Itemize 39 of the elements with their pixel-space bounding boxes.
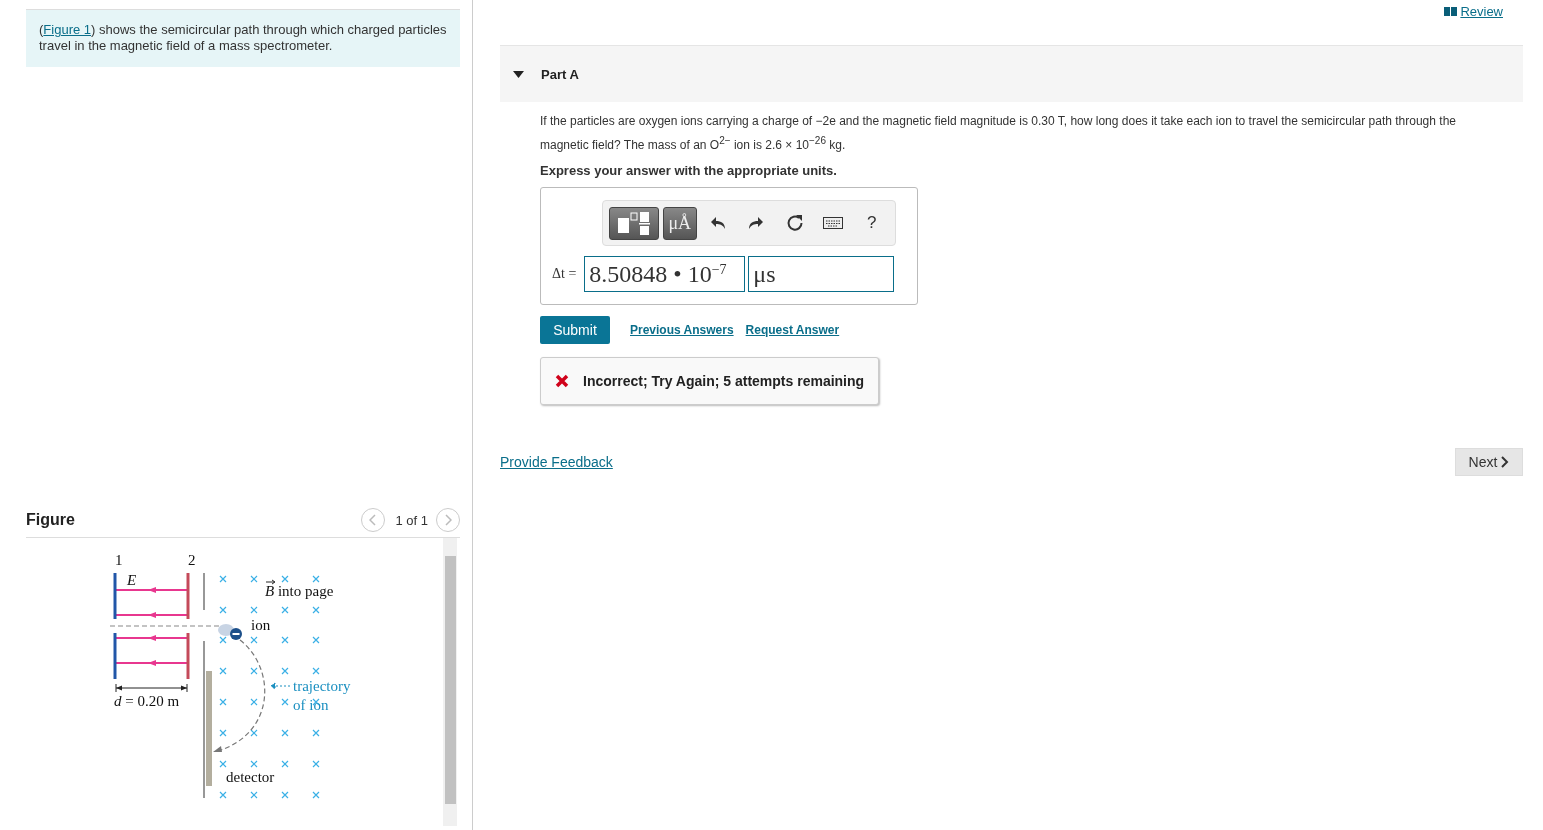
intro-text: (Figure 1) shows the semicircular path through which charged particles travel in the magnetic field of a mass spectrometer. [26, 9, 460, 67]
figure-label: ion [251, 617, 271, 633]
answer-label: Δt = [552, 266, 577, 282]
question-text: If the particles are oxygen ions carrying a charge of −2e and the magnetic field magnitude is 0.30 T, how long does it take each ion to travel the semicircular path through the magnetic field? The mass of an O$^{2−}$ ion is 2.6 × 10$^{−26}$ kg. [540, 113, 1457, 154]
answer-link[interactable]: Request Answer [745, 323, 840, 337]
figure-label: 1 [115, 552, 123, 568]
provide-feedback-link[interactable]: Provide Feedback [500, 454, 613, 470]
submit-button[interactable]: Submit [540, 316, 610, 344]
figure-title: Figure [26, 511, 76, 529]
value-field[interactable]: 8.50848 • 10$^{−7}$ [584, 256, 746, 292]
ion-icon [218, 624, 242, 640]
caret-icon[interactable] [513, 70, 524, 78]
feedback-text: Incorrect; Try Again; 5 attempts remaining [583, 373, 865, 389]
instruction-text: Express your answer with the appropriate units. [540, 163, 838, 178]
chevron-left-icon [369, 514, 378, 526]
part-title: Part A [541, 66, 579, 82]
templates-button[interactable] [609, 206, 659, 240]
figure-label: of ion [293, 697, 329, 713]
cross-icon [555, 374, 569, 388]
review-link[interactable]: Review [1444, 3, 1503, 19]
unit-field[interactable]: μs [748, 256, 895, 292]
chevron-right-icon [444, 514, 452, 526]
help-button[interactable]: ? [854, 206, 890, 240]
figure-label: B into page [265, 583, 334, 599]
vector-arrow-icon [265, 579, 276, 585]
figure-label: detector [226, 769, 275, 785]
page-counter: 1 of 1 [395, 512, 428, 528]
figure-label: E [127, 572, 137, 588]
figure-label: trajectory [293, 678, 351, 694]
figure-label: d = 0.20 m [114, 693, 180, 709]
answer-link[interactable]: Previous Answers [630, 323, 734, 337]
next-button[interactable]: Next [1455, 448, 1523, 476]
figure-label: 2 [188, 552, 196, 568]
book-icon [1444, 6, 1458, 16]
scrollbar[interactable] [443, 538, 457, 826]
pointer-arrow [270, 682, 291, 690]
chevron-icon [1501, 456, 1510, 468]
units-button[interactable]: μÅ [662, 206, 697, 240]
figure-link[interactable]: Figure 1 [43, 22, 92, 37]
